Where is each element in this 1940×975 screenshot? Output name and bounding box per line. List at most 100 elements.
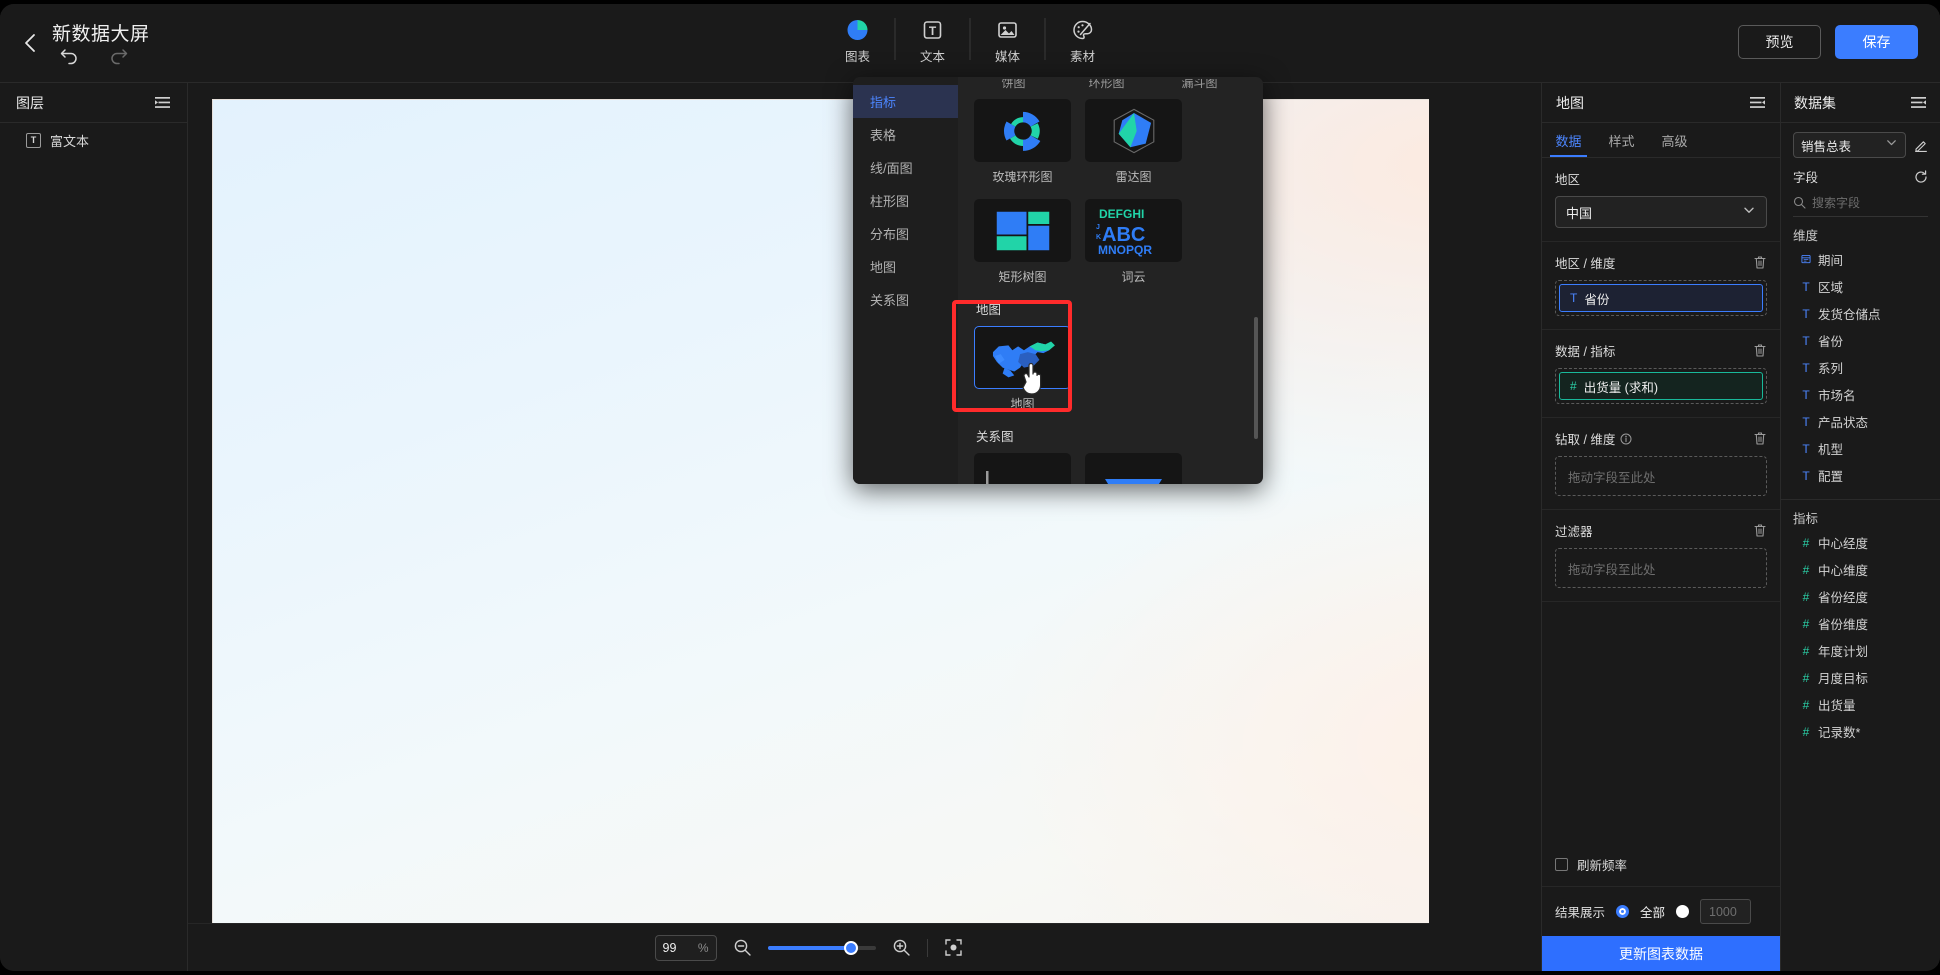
- text-field-sigil: T: [1802, 414, 1810, 429]
- chart-card-funnel-relation[interactable]: [1085, 453, 1182, 484]
- undo-icon[interactable]: [58, 44, 80, 66]
- chart-category-metric[interactable]: 指标: [853, 85, 958, 118]
- text-field-sigil: T: [1802, 333, 1810, 348]
- toolbar-divider: [894, 18, 896, 60]
- field-item-shipment[interactable]: # 出货量: [1781, 691, 1940, 718]
- refresh-icon[interactable]: [1914, 169, 1928, 184]
- field-item-province-longitude[interactable]: # 省份经度: [1781, 583, 1940, 610]
- chart-card-scatter-relation[interactable]: [974, 453, 1071, 484]
- top-bar: 新数据大屏 图表 T 文本 媒体 素材 预览 保存: [0, 4, 1940, 83]
- field-item-config[interactable]: T 配置: [1781, 462, 1940, 489]
- field-item-product-status[interactable]: T 产品状态: [1781, 408, 1940, 435]
- fit-to-screen-icon[interactable]: [944, 938, 963, 957]
- chart-card-map-label: 地图: [1010, 397, 1035, 411]
- drill-dropzone[interactable]: 拖动字段至此处: [1555, 456, 1767, 496]
- result-display-radio-all[interactable]: [1616, 905, 1630, 918]
- chart-card-radar[interactable]: 雷达图: [1085, 99, 1182, 185]
- section-region: 地区 中国: [1542, 158, 1780, 242]
- chart-category-bar[interactable]: 柱形图: [853, 184, 958, 217]
- tab-data[interactable]: 数据: [1542, 123, 1595, 157]
- field-item-center-longitude[interactable]: # 中心经度: [1781, 529, 1940, 556]
- dataset-select[interactable]: 销售总表: [1793, 132, 1906, 158]
- chart-card-wordcloud[interactable]: DEFGHI J K ABC MNOPQR 词云: [1085, 199, 1182, 285]
- back-chevron-icon[interactable]: [18, 30, 44, 56]
- tool-material[interactable]: 素材: [1056, 16, 1110, 67]
- zoom-in-icon[interactable]: [892, 938, 911, 957]
- chart-picker-body: 饼图 环形图 漏斗图 玫瑰环形图 雷达图 矩形树图 DEFGHI J K ABC…: [958, 77, 1263, 484]
- trash-icon[interactable]: [1753, 431, 1767, 446]
- tool-text[interactable]: T 文本: [906, 16, 960, 67]
- field-item-province[interactable]: T 省份: [1781, 327, 1940, 354]
- svg-text:T: T: [929, 24, 937, 38]
- tab-style[interactable]: 样式: [1595, 123, 1648, 157]
- chart-category-map[interactable]: 地图: [853, 250, 958, 283]
- collapse-panel-icon[interactable]: [1749, 94, 1766, 111]
- measure-sigil: #: [1802, 562, 1810, 577]
- refresh-rate-checkbox[interactable]: [1555, 858, 1568, 871]
- filter-label: 过滤器: [1555, 525, 1593, 539]
- result-limit-input[interactable]: 1000: [1700, 899, 1752, 924]
- radar-chart-icon: [1085, 99, 1182, 162]
- region-dimension-dropzone[interactable]: T 省份: [1555, 280, 1767, 316]
- field-item-model[interactable]: T 机型: [1781, 435, 1940, 462]
- chart-category-table[interactable]: 表格: [853, 118, 958, 151]
- collapse-panel-icon[interactable]: [1910, 94, 1927, 111]
- filter-dropzone[interactable]: 拖动字段至此处: [1555, 548, 1767, 588]
- zoom-input[interactable]: 99 %: [654, 934, 717, 961]
- preview-button[interactable]: 预览: [1738, 25, 1821, 59]
- chart-category-distribution[interactable]: 分布图: [853, 217, 958, 250]
- field-pill-shipment[interactable]: # 出货量 (求和): [1559, 372, 1763, 400]
- clipped-label-pie: 饼图: [1001, 79, 1026, 89]
- save-button[interactable]: 保存: [1835, 25, 1918, 59]
- field-search-row[interactable]: 搜索字段: [1793, 191, 1928, 217]
- field-item-center-latitude[interactable]: # 中心维度: [1781, 556, 1940, 583]
- field-item-market-name[interactable]: T 市场名: [1781, 381, 1940, 408]
- field-item-series[interactable]: T 系列: [1781, 354, 1940, 381]
- redo-icon[interactable]: [108, 44, 130, 66]
- field-search-input[interactable]: 搜索字段: [1812, 194, 1860, 211]
- zoom-slider[interactable]: [767, 940, 876, 955]
- chart-picker-scrollbar[interactable]: [1254, 317, 1258, 439]
- tool-chart[interactable]: 图表: [831, 16, 885, 67]
- field-item-monthly-target[interactable]: # 月度目标: [1781, 664, 1940, 691]
- field-item-province-latitude[interactable]: # 省份维度: [1781, 610, 1940, 637]
- result-display-radio-limit[interactable]: [1676, 905, 1690, 918]
- chart-category-relation[interactable]: 关系图: [853, 283, 958, 316]
- update-chart-data-button[interactable]: 更新图表数据: [1542, 936, 1780, 971]
- field-item-label: 记录数*: [1818, 726, 1861, 740]
- info-circle-icon[interactable]: [1620, 433, 1632, 445]
- drill-label-text: 钻取 / 维度: [1555, 433, 1616, 447]
- field-item-annual-plan[interactable]: # 年度计划: [1781, 637, 1940, 664]
- search-icon: [1793, 196, 1806, 209]
- list-item[interactable]: T 富文本: [0, 123, 187, 157]
- zoom-slider-knob[interactable]: [843, 940, 858, 955]
- section-region-dimension: 地区 / 维度 T 省份: [1542, 242, 1780, 330]
- refresh-rate-row[interactable]: 刷新频率: [1542, 843, 1780, 887]
- chart-category-line-area[interactable]: 线/面图: [853, 151, 958, 184]
- trash-icon[interactable]: [1753, 523, 1767, 538]
- measure-dropzone[interactable]: # 出货量 (求和): [1555, 368, 1767, 404]
- pencil-icon[interactable]: [1914, 138, 1928, 152]
- chart-card-rose-donut[interactable]: 玫瑰环形图: [974, 99, 1071, 185]
- region-select[interactable]: 中国: [1555, 196, 1767, 228]
- svg-text:MNOPQR: MNOPQR: [1098, 243, 1152, 257]
- tool-media[interactable]: 媒体: [981, 16, 1035, 67]
- tab-advanced[interactable]: 高级: [1648, 123, 1701, 157]
- chart-picker-scroll[interactable]: 饼图 环形图 漏斗图 玫瑰环形图 雷达图 矩形树图 DEFGHI J K ABC…: [958, 77, 1263, 484]
- collapse-panel-icon[interactable]: [154, 94, 171, 111]
- trash-icon[interactable]: [1753, 255, 1767, 270]
- field-item-label: 产品状态: [1818, 416, 1869, 430]
- field-pill-province[interactable]: T 省份: [1559, 284, 1763, 312]
- field-item-area[interactable]: T 区域: [1781, 273, 1940, 300]
- date-field-icon: [1801, 253, 1811, 267]
- chart-card-rose-donut-label: 玫瑰环形图: [992, 170, 1053, 184]
- chart-card-treemap[interactable]: 矩形树图: [974, 199, 1071, 285]
- chart-config-panel: 地图 数据 样式 高级 地区 中国 地区 / 维度 T 省份 数据 / 指标 #…: [1541, 83, 1780, 971]
- trash-icon[interactable]: [1753, 343, 1767, 358]
- field-item-warehouse[interactable]: T 发货仓储点: [1781, 300, 1940, 327]
- field-item-record-count[interactable]: # 记录数*: [1781, 718, 1940, 745]
- zoom-out-icon[interactable]: [733, 938, 752, 957]
- svg-text:J: J: [1096, 224, 1100, 231]
- text-field-sigil: T: [1802, 279, 1810, 294]
- field-item-period[interactable]: 期间: [1781, 246, 1940, 273]
